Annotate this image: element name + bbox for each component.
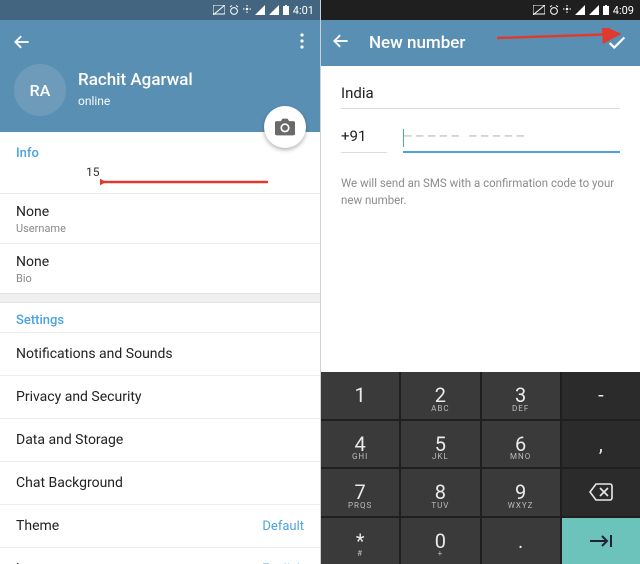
bio-row[interactable]: None Bio bbox=[0, 243, 320, 293]
country-code-field[interactable]: +91 bbox=[341, 127, 387, 153]
settings-privacy[interactable]: Privacy and Security bbox=[0, 375, 320, 418]
settings-notifications[interactable]: Notifications and Sounds bbox=[0, 332, 320, 375]
clock-text: 4:01 bbox=[293, 4, 314, 17]
hint-text: We will send an SMS with a confirmation … bbox=[341, 175, 620, 208]
location-icon bbox=[243, 5, 251, 15]
key-1[interactable]: 1 bbox=[321, 372, 399, 419]
key-0[interactable]: 0+ bbox=[401, 518, 479, 564]
page-title: New number bbox=[369, 33, 465, 53]
section-divider bbox=[0, 293, 320, 303]
avatar-initials: RA bbox=[30, 81, 51, 100]
enter-key[interactable] bbox=[562, 518, 640, 564]
back-icon[interactable] bbox=[331, 31, 351, 55]
back-icon[interactable] bbox=[12, 32, 32, 56]
settings-language[interactable]: Language English bbox=[0, 547, 320, 564]
signal-icon-2 bbox=[589, 5, 599, 15]
key-*[interactable]: *# bbox=[321, 518, 399, 564]
settings-data[interactable]: Data and Storage bbox=[0, 418, 320, 461]
key-8[interactable]: 8TUV bbox=[401, 469, 479, 516]
key-5[interactable]: 5JKL bbox=[401, 421, 479, 468]
username-row[interactable]: None Username bbox=[0, 193, 320, 243]
profile-name: Rachit Agarwal bbox=[78, 70, 193, 90]
backspace-key[interactable] bbox=[562, 469, 640, 516]
alarm-icon bbox=[229, 5, 239, 15]
numeric-keypad: 12ABC3DEF- 4GHI5JKL6MNO, 7PRQS8TUV9WXYZ *#0… bbox=[321, 372, 640, 564]
settings-label: Notifications and Sounds bbox=[16, 346, 173, 362]
battery-icon bbox=[283, 5, 289, 15]
header: New number bbox=[321, 20, 640, 66]
settings-theme[interactable]: Theme Default bbox=[0, 504, 320, 547]
alarm-icon bbox=[549, 5, 559, 15]
phone-number-fragment: 15 bbox=[86, 165, 100, 179]
signal-icon bbox=[575, 5, 585, 15]
settings-header: Settings bbox=[0, 303, 320, 332]
battery-icon bbox=[603, 5, 609, 15]
settings-profile-screen: 4:01 RA Rachit Agarwal online Info 15 No… bbox=[0, 0, 320, 564]
signal-icon bbox=[255, 5, 265, 15]
confirm-icon[interactable] bbox=[606, 32, 628, 58]
key-7[interactable]: 7PRQS bbox=[321, 469, 399, 516]
profile-presence: online bbox=[78, 94, 110, 108]
key-9[interactable]: 9WXYZ bbox=[482, 469, 560, 516]
key-3[interactable]: 3DEF bbox=[482, 372, 560, 419]
bio-label: Bio bbox=[16, 272, 304, 285]
phone-number-field[interactable]: ––––– ––––– bbox=[403, 127, 620, 153]
settings-label: Privacy and Security bbox=[16, 389, 142, 405]
no-cast-icon bbox=[213, 5, 225, 15]
key-6[interactable]: 6MNO bbox=[482, 421, 560, 468]
status-bar: 4:01 bbox=[0, 0, 320, 20]
camera-fab[interactable] bbox=[264, 106, 306, 148]
key-2[interactable]: 2ABC bbox=[401, 372, 479, 419]
settings-label: Chat Background bbox=[16, 475, 123, 491]
bio-value: None bbox=[16, 254, 304, 270]
form: India +91 ––––– ––––– We will send an SM… bbox=[321, 66, 640, 208]
key-4[interactable]: 4GHI bbox=[321, 421, 399, 468]
settings-label: Theme bbox=[16, 518, 59, 534]
more-icon[interactable] bbox=[294, 32, 310, 54]
signal-icon-2 bbox=[269, 5, 279, 15]
username-label: Username bbox=[16, 222, 304, 235]
key-.[interactable]: . bbox=[482, 518, 560, 564]
status-bar: 4:09 bbox=[321, 0, 640, 20]
clock-text: 4:09 bbox=[613, 4, 634, 17]
new-number-screen: 4:09 New number India +91 ––––– ––––– We… bbox=[320, 0, 640, 564]
phone-number-row[interactable]: 15 bbox=[0, 165, 320, 193]
settings-label: Data and Storage bbox=[16, 432, 123, 448]
avatar[interactable]: RA bbox=[14, 64, 66, 116]
no-cast-icon bbox=[533, 5, 545, 15]
username-value: None bbox=[16, 204, 304, 220]
location-icon bbox=[563, 5, 571, 15]
settings-value: Default bbox=[262, 519, 304, 534]
key--[interactable]: - bbox=[562, 372, 640, 419]
key-,[interactable]: , bbox=[562, 421, 640, 468]
settings-background[interactable]: Chat Background bbox=[0, 461, 320, 504]
country-field[interactable]: India bbox=[341, 84, 620, 109]
